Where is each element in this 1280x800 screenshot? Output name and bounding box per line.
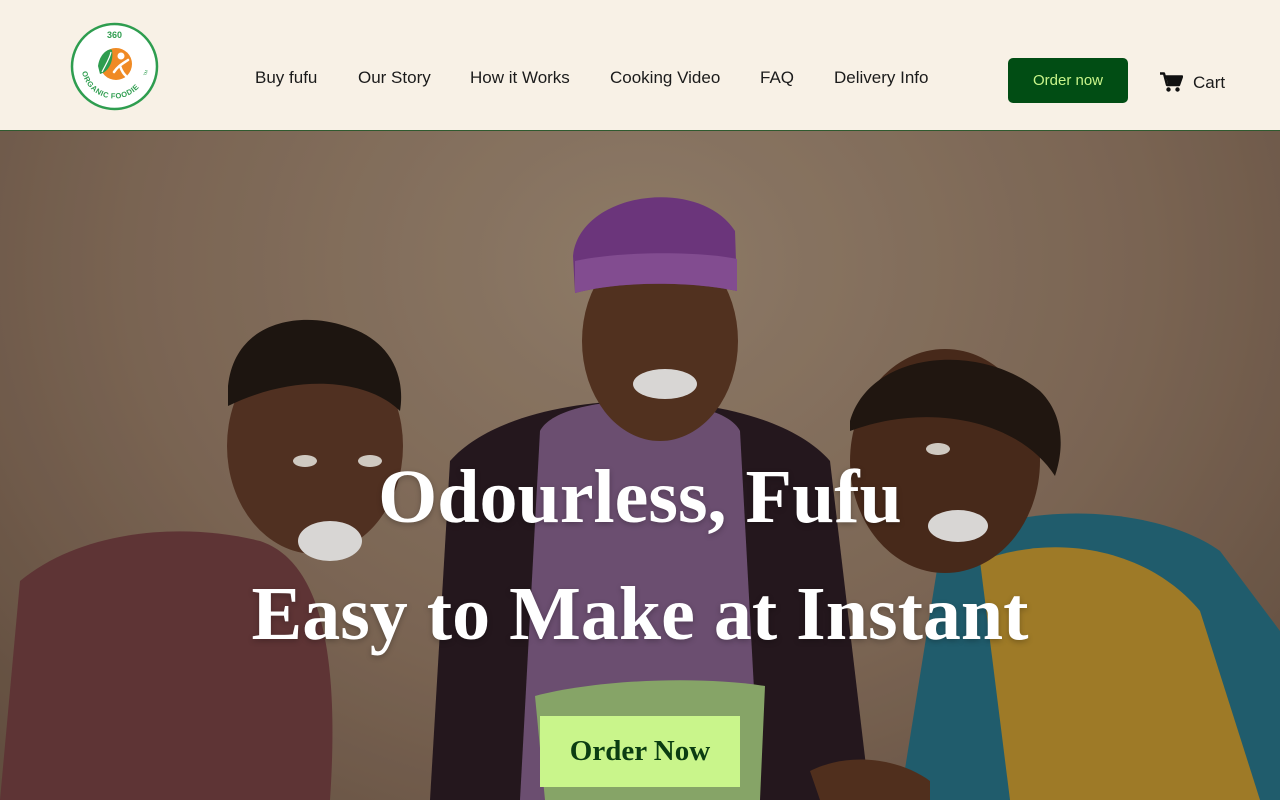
nav-cooking-video[interactable]: Cooking Video bbox=[610, 68, 720, 88]
nav-how-it-works[interactable]: How it Works bbox=[470, 68, 570, 88]
nav-our-story[interactable]: Our Story bbox=[358, 68, 431, 88]
header-order-now-button[interactable]: Order now bbox=[1008, 58, 1128, 103]
cart-link[interactable]: Cart bbox=[1160, 72, 1225, 93]
site-header: 360 ORGANIC FOODIE TM Buy fufu Our Story… bbox=[0, 0, 1280, 131]
brand-logo[interactable]: 360 ORGANIC FOODIE TM bbox=[70, 22, 159, 111]
nav-buy-fufu[interactable]: Buy fufu bbox=[255, 68, 317, 88]
cart-label: Cart bbox=[1193, 72, 1226, 92]
organic-foodie-logo-icon: 360 ORGANIC FOODIE TM bbox=[70, 22, 159, 111]
nav-faq[interactable]: FAQ bbox=[760, 68, 794, 88]
hero-headline-line1: Odourless, Fufu bbox=[378, 455, 902, 539]
svg-text:360: 360 bbox=[107, 30, 122, 40]
nav-delivery-info[interactable]: Delivery Info bbox=[834, 68, 928, 88]
shopping-cart-icon bbox=[1160, 72, 1183, 92]
hero-section: Odourless, Fufu Easy to Make at Instant … bbox=[0, 131, 1280, 800]
hero-headline-line2: Easy to Make at Instant bbox=[251, 572, 1029, 656]
hero-order-now-button[interactable]: Order Now bbox=[540, 716, 740, 787]
